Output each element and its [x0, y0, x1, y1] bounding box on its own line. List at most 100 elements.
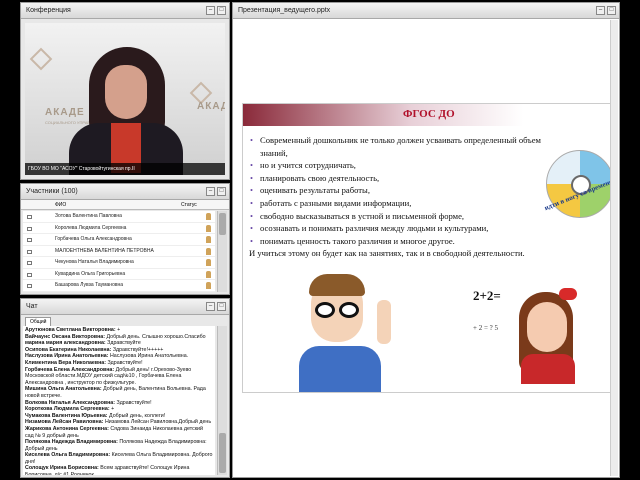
chat-message: Климентина Вера Николаевна: Здравствуйте… — [25, 359, 143, 366]
participants-scrollbar[interactable] — [217, 211, 227, 292]
participant-row[interactable]: Чекунова Наталья Владимировна — [23, 257, 215, 269]
boy-shirt — [299, 346, 381, 392]
wall-logo: АКАДЕ — [197, 101, 225, 112]
video-caption: ГБОУ ВО МО "АСОУ" Старовойтугинская пр.I… — [25, 163, 225, 175]
chat-header: Чат – □ — [21, 299, 229, 315]
presentation-title: Презентация_ведущего.pptx — [238, 7, 331, 14]
slide: ФГОС ДО Современный дошкольник не только… — [242, 103, 618, 393]
chat-message: Жарикова Антонина Сергеевна: Сядова Зина… — [25, 425, 203, 439]
participants-header: Участники (100) – □ — [21, 184, 229, 200]
participant-row[interactable]: Зотова Валентина Павловна — [23, 211, 215, 223]
minimize-icon[interactable]: – — [596, 6, 605, 15]
person-icon — [206, 259, 211, 266]
col-status[interactable]: Статус — [181, 200, 197, 210]
monitor-icon — [27, 226, 32, 231]
participant-row[interactable]: Королева Людмила Сергеевна — [23, 223, 215, 234]
minimize-icon[interactable]: – — [206, 6, 215, 15]
participant-name: Горбачева Ольга Александровна — [55, 236, 132, 242]
monitor-icon — [27, 261, 32, 265]
monitor-icon — [27, 238, 32, 242]
participant-name: Башарова Лувза Таумановна — [55, 282, 124, 288]
glasses-icon — [339, 302, 359, 318]
chat-message: Низамова Лейсан Равиловна: Низамова Лейс… — [25, 419, 212, 426]
chat-message: Мишина Ольга Анатольевна: Добрый день, В… — [25, 386, 206, 399]
maximize-icon[interactable]: □ — [607, 6, 616, 15]
glasses-icon — [315, 302, 335, 318]
person-icon — [206, 270, 211, 278]
slide-title: ФГОС ДО — [403, 108, 455, 120]
chat-message: Полякова Надежда Владимировна: Полякова … — [25, 439, 207, 452]
monitor-icon — [27, 284, 32, 288]
participants-list: Зотова Валентина Павловна Королева Людми… — [23, 211, 215, 292]
participant-name: Королева Людмила Сергеевна — [55, 224, 127, 231]
participants-panel: Участники (100) – □ ФИО Статус Зотова Ва… — [20, 183, 230, 295]
chat-title: Чат — [26, 303, 38, 310]
chat-panel: Чат – □ Общий Арутюнова Светлана Викторо… — [20, 298, 230, 478]
participant-name: МАЛОЕНТНЕВА ВАЛЕНТИНА ПЕТРОВНА — [55, 247, 154, 254]
bullet-item: Современный дошкольник не только должен … — [249, 134, 554, 159]
tab-general[interactable]: Общий — [25, 317, 52, 326]
bullet-item: но и учится сотрудничать, — [249, 159, 554, 172]
person-icon — [206, 282, 211, 289]
maximize-icon[interactable]: □ — [217, 187, 226, 196]
slide-bullets: Современный дошкольник не только должен … — [249, 134, 554, 260]
chat-message: Арутюнова Светлана Викторовна: + — [25, 327, 121, 333]
presenter-face — [105, 65, 147, 119]
girl-face — [527, 302, 567, 352]
participant-row[interactable]: МАЛОЕНТНЕВА ВАЛЕНТИНА ПЕТРОВНА — [23, 246, 215, 257]
minimize-icon[interactable]: – — [206, 187, 215, 196]
bullet-item: понимать ценность такого различия и мног… — [249, 235, 554, 248]
wall-logo: АКАДЕ — [45, 107, 85, 118]
participants-title: Участники (100) — [26, 188, 78, 195]
chat-message: Осипова Екатерина Николаевна: Здравствуй… — [25, 346, 164, 353]
chat-scrollbar[interactable] — [217, 326, 227, 475]
bullet-item: работать с разными видами информации, — [249, 197, 554, 210]
scroll-thumb[interactable] — [219, 213, 226, 235]
conference-header: Конференция – □ — [21, 3, 229, 19]
chat-message: Киселева Ольга Владимировна: Киселева Ол… — [25, 452, 213, 465]
presentation-panel: Презентация_ведущего.pptx – □ ФГОС ДО Со… — [232, 2, 620, 478]
bullet-item: осознавать и понимать различия между люд… — [249, 222, 554, 235]
maximize-icon[interactable]: □ — [217, 302, 226, 311]
girl-dress — [521, 354, 575, 384]
math-text: 2+2= — [473, 288, 501, 303]
monitor-icon — [27, 272, 32, 277]
boy-with-glasses-image — [293, 272, 413, 392]
person-icon — [206, 236, 211, 243]
bullet-item: оценивать результаты работы, — [249, 184, 554, 197]
scroll-thumb[interactable] — [219, 433, 226, 473]
conference-title: Конференция — [26, 7, 71, 14]
participant-row[interactable]: Кувардина Ольга Григорьевна — [23, 269, 215, 280]
bullet-item: планировать свою деятельность, — [249, 172, 554, 185]
girl-thinking-image: 2+2= + 2 = ? 5 — [473, 284, 583, 384]
video-feed: АКАДЕ АКАДЕ СОЦИАЛЬНОГО УПРАВЛЕНИЯ ГБОУ … — [25, 23, 225, 175]
participant-name: Зотова Валентина Павловна — [55, 213, 122, 219]
slide-closing-text: И учиться этому он будет как на занятиях… — [249, 248, 525, 259]
participants-column-header: ФИО Статус — [21, 200, 229, 210]
chat-message: Волкова Наталья Александровна: Здравству… — [25, 399, 152, 406]
chat-message: Короткова Людмила Сергеевна: + — [25, 406, 115, 413]
presentation-scrollbar[interactable] — [610, 20, 618, 476]
maximize-icon[interactable]: □ — [217, 6, 226, 15]
chat-message: Наслузова Ирина Анатольевна: Наслузова И… — [25, 353, 189, 360]
person-icon — [206, 213, 211, 220]
monitor-icon — [27, 215, 32, 219]
conference-panel: Конференция – □ АКАДЕ АКАДЕ СОЦИАЛЬНОГО … — [20, 2, 230, 180]
participant-name: Чекунова Наталья Владимировна — [55, 259, 134, 265]
participant-row[interactable]: Башарова Лувза Таумановна — [23, 280, 215, 292]
minimize-icon[interactable]: – — [206, 302, 215, 311]
chat-messages: Арутюнова Светлана Викторовна: + Вайчаун… — [23, 326, 215, 475]
person-icon — [206, 247, 211, 255]
bullet-item: свободно высказываться в устной и письме… — [249, 210, 554, 223]
girl-bow — [559, 288, 577, 300]
math-text-secondary: + 2 = ? 5 — [473, 324, 499, 332]
chat-message: Горбачева Елена Александровна: Добрый де… — [25, 366, 192, 386]
person-icon — [206, 224, 211, 232]
chat-message: Солощук Ирина Борисовна: Всем здравствуй… — [25, 465, 190, 475]
participant-row[interactable]: Горбачева Ольга Александровна — [23, 234, 215, 246]
chat-message: марина мария александровна: Здравствуйте — [25, 340, 141, 347]
col-name[interactable]: ФИО — [55, 200, 66, 210]
participant-name: Кувардина Ольга Григорьевна — [55, 270, 126, 277]
presentation-header: Презентация_ведущего.pptx – □ — [233, 3, 619, 19]
boy-raised-finger — [377, 300, 391, 344]
